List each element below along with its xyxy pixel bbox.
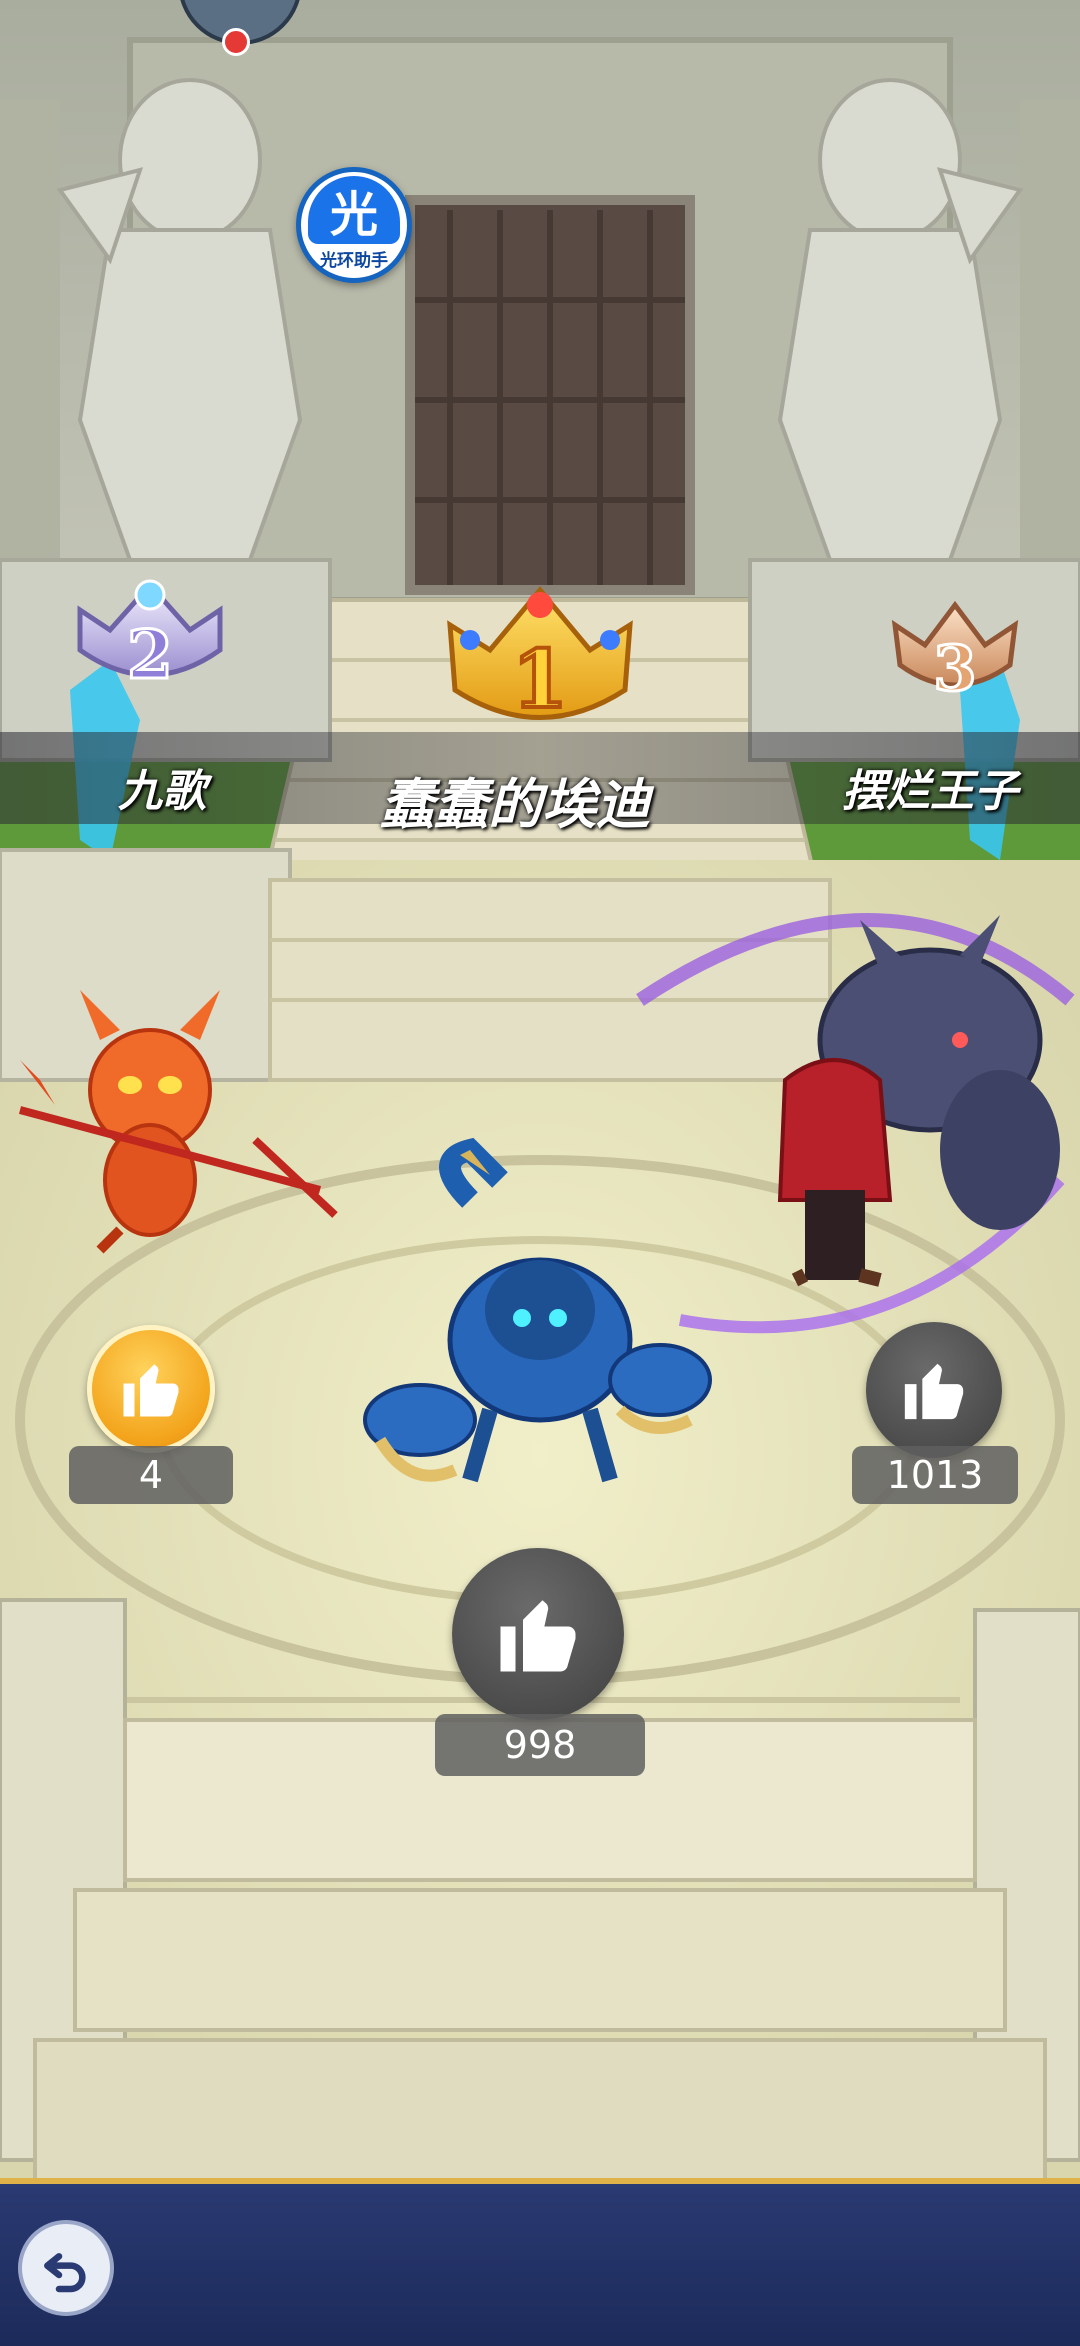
svg-text:1: 1 [512, 632, 568, 726]
thumbs-up-icon [500, 1600, 576, 1672]
rank-1-like-count: 998 [435, 1714, 645, 1776]
back-button[interactable] [18, 2220, 114, 2316]
rank-1-like-button[interactable] [452, 1548, 624, 1720]
thumbs-up-icon [123, 1364, 179, 1417]
rank-3-like-count: 1013 [852, 1446, 1018, 1504]
halo-assistant-button[interactable]: 光 光环助手 [296, 167, 412, 283]
rank-3-like-button[interactable] [866, 1322, 1002, 1458]
rank-3-player-name: 摆烂王子 [842, 766, 1018, 817]
rank-2-like-count: 4 [69, 1446, 233, 1504]
rank-2-like-button[interactable] [87, 1325, 215, 1453]
halo-assistant-label: 光环助手 [320, 250, 388, 271]
back-arrow-icon [44, 2253, 86, 2293]
rank-2-player-name: 九歌 [118, 766, 206, 817]
svg-text:2: 2 [127, 616, 173, 694]
thumbs-up-icon [904, 1363, 964, 1420]
svg-text:3: 3 [933, 632, 976, 705]
bottom-bar [0, 2178, 1080, 2346]
arena-background: 2 1 3 [0, 0, 1080, 2182]
notification-dot [222, 28, 250, 56]
rank-1-player-name: 蠢蠢的埃迪 [380, 773, 650, 836]
halo-assistant-glyph: 光 [308, 175, 400, 244]
